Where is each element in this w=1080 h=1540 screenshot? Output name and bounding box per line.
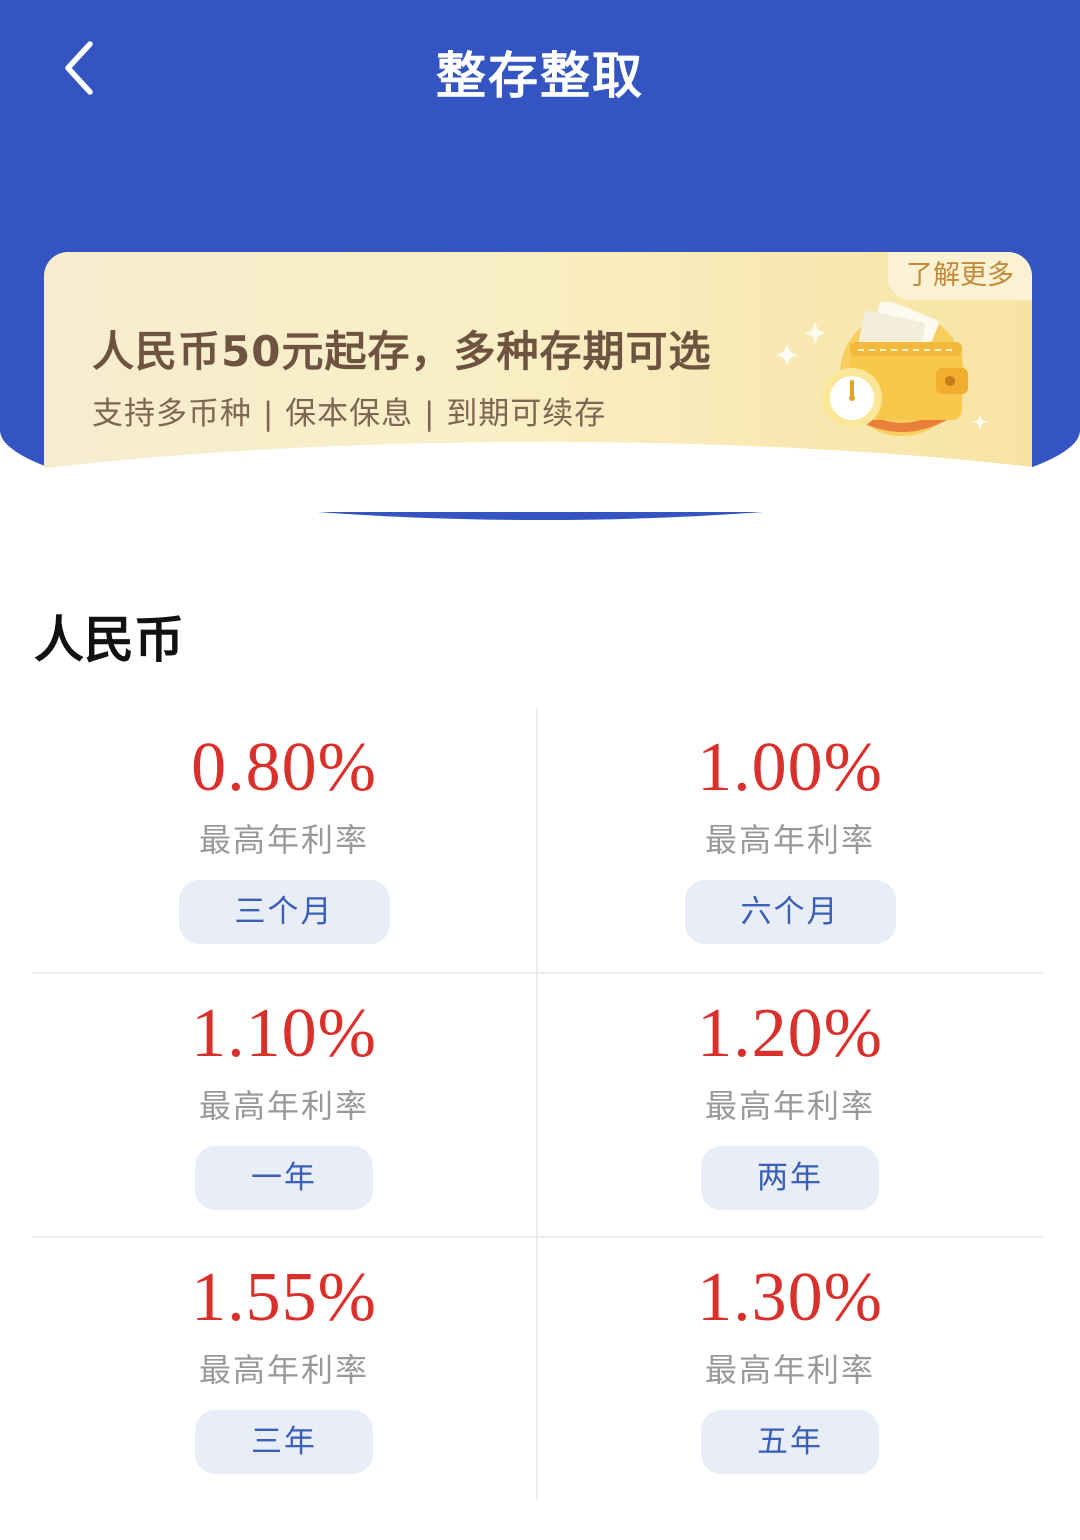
promo-banner[interactable]: 了解更多 人民币50元起存，多种存期可选 支持多币种 | 保本保息 | 到期可续… [44, 252, 1032, 512]
rate-value: 1.30% [697, 1259, 883, 1336]
term-button[interactable]: 六个月 [684, 880, 896, 944]
rate-label: 最高年利率 [198, 1351, 369, 1389]
rate-card-2y[interactable]: 1.20% 最高年利率 两年 [538, 974, 1042, 1238]
page-title: 整存整取 [436, 47, 644, 105]
rate-card-3m[interactable]: 0.80% 最高年利率 三个月 [32, 708, 536, 972]
learn-more-link[interactable]: 了解更多 [888, 252, 1032, 300]
rate-grid: 0.80% 最高年利率 三个月 1.00% 最高年利率 六个月 1.10% 最高… [32, 708, 1042, 1500]
rate-card-5y[interactable]: 1.30% 最高年利率 五年 [538, 1238, 1042, 1502]
rate-value: 1.10% [191, 995, 377, 1072]
rate-label: 最高年利率 [704, 821, 875, 859]
rate-label: 最高年利率 [704, 1087, 875, 1125]
rate-card-3y[interactable]: 1.55% 最高年利率 三年 [32, 1238, 536, 1502]
rate-value: 1.00% [697, 729, 883, 806]
wallet-clock-illustration [776, 302, 988, 436]
rate-value: 1.55% [191, 1259, 377, 1336]
rate-value: 1.20% [697, 995, 883, 1072]
rate-label: 最高年利率 [198, 821, 369, 859]
sparkle-icon [776, 344, 798, 366]
banner-headline: 人民币50元起存，多种存期可选 [92, 327, 712, 376]
rate-card-6m[interactable]: 1.00% 最高年利率 六个月 [538, 708, 1042, 972]
banner-curve [44, 442, 1032, 512]
term-button[interactable]: 两年 [701, 1146, 879, 1210]
term-button[interactable]: 五年 [701, 1410, 879, 1474]
rate-value: 0.80% [191, 729, 377, 806]
rate-label: 最高年利率 [704, 1351, 875, 1389]
rate-card-1y[interactable]: 1.10% 最高年利率 一年 [32, 974, 536, 1238]
banner-subline: 支持多币种 | 保本保息 | 到期可续存 [92, 396, 607, 432]
section-title-rmb: 人民币 [34, 611, 184, 669]
term-button[interactable]: 三个月 [178, 880, 390, 944]
rate-label: 最高年利率 [198, 1087, 369, 1125]
term-button[interactable]: 三年 [195, 1410, 373, 1474]
term-button[interactable]: 一年 [195, 1146, 373, 1210]
